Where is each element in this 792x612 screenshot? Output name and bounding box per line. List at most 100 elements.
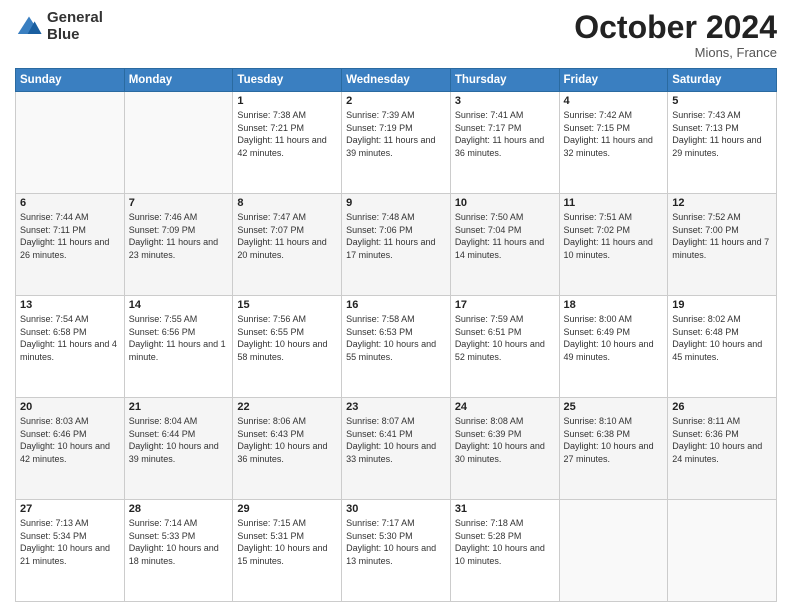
calendar-cell: 15 Sunrise: 7:56 AM Sunset: 6:55 PM Dayli…: [233, 296, 342, 398]
logo-line2: Blue: [47, 27, 103, 44]
day-number: 26: [672, 401, 772, 413]
location: Mions, France: [574, 45, 777, 60]
calendar-cell: 10 Sunrise: 7:50 AM Sunset: 7:04 PM Dayli…: [450, 194, 559, 296]
day-number: 21: [129, 401, 229, 413]
day-info: Sunrise: 7:51 AM Sunset: 7:02 PM Dayligh…: [564, 211, 664, 261]
calendar-cell: 25 Sunrise: 8:10 AM Sunset: 6:38 PM Dayli…: [559, 398, 668, 500]
calendar-body: 1Sunrise: 7:38 AM Sunset: 7:21 PM Daylig…: [16, 92, 777, 602]
logo-text: General Blue: [47, 10, 103, 43]
day-number: 6: [20, 197, 120, 209]
day-info: Sunrise: 8:02 AM Sunset: 6:48 PM Dayligh…: [672, 313, 772, 363]
day-info: Sunrise: 8:10 AM Sunset: 6:38 PM Dayligh…: [564, 415, 664, 465]
day-info: Sunrise: 7:47 AM Sunset: 7:07 PM Dayligh…: [237, 211, 337, 261]
calendar-cell: 1Sunrise: 7:38 AM Sunset: 7:21 PM Daylig…: [233, 92, 342, 194]
calendar-cell: [668, 500, 777, 602]
calendar-cell: 23 Sunrise: 8:07 AM Sunset: 6:41 PM Dayli…: [342, 398, 451, 500]
day-info: Sunrise: 7:17 AM Sunset: 5:30 PM Dayligh…: [346, 517, 446, 567]
day-number: 9: [346, 197, 446, 209]
day-info: Sunrise: 8:04 AM Sunset: 6:44 PM Dayligh…: [129, 415, 229, 465]
calendar-cell: 11Sunrise: 7:51 AM Sunset: 7:02 PM Dayli…: [559, 194, 668, 296]
calendar-cell: 9 Sunrise: 7:48 AM Sunset: 7:06 PM Daylig…: [342, 194, 451, 296]
calendar-cell: [559, 500, 668, 602]
day-info: Sunrise: 7:56 AM Sunset: 6:55 PM Dayligh…: [237, 313, 337, 363]
calendar-cell: 28 Sunrise: 7:14 AM Sunset: 5:33 PM Dayli…: [124, 500, 233, 602]
day-info: Sunrise: 8:03 AM Sunset: 6:46 PM Dayligh…: [20, 415, 120, 465]
calendar-cell: 4 Sunrise: 7:42 AM Sunset: 7:15 PM Daylig…: [559, 92, 668, 194]
weekday-header: Monday: [124, 69, 233, 92]
calendar-week: 27 Sunrise: 7:13 AM Sunset: 5:34 PM Dayli…: [16, 500, 777, 602]
calendar-cell: 31Sunrise: 7:18 AM Sunset: 5:28 PM Dayli…: [450, 500, 559, 602]
day-number: 15: [237, 299, 337, 311]
day-info: Sunrise: 7:46 AM Sunset: 7:09 PM Dayligh…: [129, 211, 229, 261]
day-number: 5: [672, 95, 772, 107]
weekday-header: Saturday: [668, 69, 777, 92]
day-info: Sunrise: 7:39 AM Sunset: 7:19 PM Dayligh…: [346, 109, 446, 159]
calendar-cell: 18Sunrise: 8:00 AM Sunset: 6:49 PM Dayli…: [559, 296, 668, 398]
calendar-cell: 21 Sunrise: 8:04 AM Sunset: 6:44 PM Dayli…: [124, 398, 233, 500]
day-info: Sunrise: 7:50 AM Sunset: 7:04 PM Dayligh…: [455, 211, 555, 261]
day-info: Sunrise: 7:41 AM Sunset: 7:17 PM Dayligh…: [455, 109, 555, 159]
month-title: October 2024: [574, 10, 777, 45]
day-info: Sunrise: 7:43 AM Sunset: 7:13 PM Dayligh…: [672, 109, 772, 159]
calendar-cell: 7 Sunrise: 7:46 AM Sunset: 7:09 PM Daylig…: [124, 194, 233, 296]
calendar-cell: 22Sunrise: 8:06 AM Sunset: 6:43 PM Dayli…: [233, 398, 342, 500]
day-info: Sunrise: 8:06 AM Sunset: 6:43 PM Dayligh…: [237, 415, 337, 465]
calendar-cell: 8Sunrise: 7:47 AM Sunset: 7:07 PM Daylig…: [233, 194, 342, 296]
calendar-cell: 17 Sunrise: 7:59 AM Sunset: 6:51 PM Dayli…: [450, 296, 559, 398]
day-number: 27: [20, 503, 120, 515]
day-info: Sunrise: 7:55 AM Sunset: 6:56 PM Dayligh…: [129, 313, 229, 363]
calendar-cell: [16, 92, 125, 194]
calendar-cell: 29Sunrise: 7:15 AM Sunset: 5:31 PM Dayli…: [233, 500, 342, 602]
day-info: Sunrise: 8:08 AM Sunset: 6:39 PM Dayligh…: [455, 415, 555, 465]
calendar-cell: 14 Sunrise: 7:55 AM Sunset: 6:56 PM Dayli…: [124, 296, 233, 398]
day-number: 25: [564, 401, 664, 413]
logo: General Blue: [15, 10, 103, 43]
day-number: 30: [346, 503, 446, 515]
day-number: 23: [346, 401, 446, 413]
day-number: 31: [455, 503, 555, 515]
header: General Blue October 2024 Mions, France: [15, 10, 777, 60]
day-number: 14: [129, 299, 229, 311]
day-info: Sunrise: 7:52 AM Sunset: 7:00 PM Dayligh…: [672, 211, 772, 261]
calendar-cell: 2 Sunrise: 7:39 AM Sunset: 7:19 PM Daylig…: [342, 92, 451, 194]
calendar-week: 20 Sunrise: 8:03 AM Sunset: 6:46 PM Dayli…: [16, 398, 777, 500]
calendar-cell: 16 Sunrise: 7:58 AM Sunset: 6:53 PM Dayli…: [342, 296, 451, 398]
weekday-header: Friday: [559, 69, 668, 92]
day-info: Sunrise: 8:07 AM Sunset: 6:41 PM Dayligh…: [346, 415, 446, 465]
day-info: Sunrise: 7:59 AM Sunset: 6:51 PM Dayligh…: [455, 313, 555, 363]
day-info: Sunrise: 7:14 AM Sunset: 5:33 PM Dayligh…: [129, 517, 229, 567]
calendar-cell: 12Sunrise: 7:52 AM Sunset: 7:00 PM Dayli…: [668, 194, 777, 296]
calendar-cell: 19 Sunrise: 8:02 AM Sunset: 6:48 PM Dayli…: [668, 296, 777, 398]
day-number: 29: [237, 503, 337, 515]
day-number: 2: [346, 95, 446, 107]
calendar-week: 6Sunrise: 7:44 AM Sunset: 7:11 PM Daylig…: [16, 194, 777, 296]
day-info: Sunrise: 7:54 AM Sunset: 6:58 PM Dayligh…: [20, 313, 120, 363]
page: General Blue October 2024 Mions, France …: [0, 0, 792, 612]
calendar-cell: 27 Sunrise: 7:13 AM Sunset: 5:34 PM Dayli…: [16, 500, 125, 602]
day-number: 4: [564, 95, 664, 107]
day-number: 19: [672, 299, 772, 311]
calendar-cell: 6Sunrise: 7:44 AM Sunset: 7:11 PM Daylig…: [16, 194, 125, 296]
logo-line1: General: [47, 10, 103, 27]
day-number: 13: [20, 299, 120, 311]
calendar-week: 13 Sunrise: 7:54 AM Sunset: 6:58 PM Dayli…: [16, 296, 777, 398]
day-number: 16: [346, 299, 446, 311]
day-number: 17: [455, 299, 555, 311]
weekday-header: Tuesday: [233, 69, 342, 92]
day-info: Sunrise: 7:48 AM Sunset: 7:06 PM Dayligh…: [346, 211, 446, 261]
weekday-header: Thursday: [450, 69, 559, 92]
day-number: 24: [455, 401, 555, 413]
day-number: 10: [455, 197, 555, 209]
day-number: 28: [129, 503, 229, 515]
calendar-cell: 13 Sunrise: 7:54 AM Sunset: 6:58 PM Dayli…: [16, 296, 125, 398]
day-info: Sunrise: 7:42 AM Sunset: 7:15 PM Dayligh…: [564, 109, 664, 159]
day-number: 18: [564, 299, 664, 311]
day-info: Sunrise: 7:13 AM Sunset: 5:34 PM Dayligh…: [20, 517, 120, 567]
weekday-row: SundayMondayTuesdayWednesdayThursdayFrid…: [16, 69, 777, 92]
day-number: 20: [20, 401, 120, 413]
day-info: Sunrise: 7:58 AM Sunset: 6:53 PM Dayligh…: [346, 313, 446, 363]
day-info: Sunrise: 7:38 AM Sunset: 7:21 PM Dayligh…: [237, 109, 337, 159]
day-number: 7: [129, 197, 229, 209]
day-info: Sunrise: 8:11 AM Sunset: 6:36 PM Dayligh…: [672, 415, 772, 465]
calendar-cell: 20 Sunrise: 8:03 AM Sunset: 6:46 PM Dayli…: [16, 398, 125, 500]
